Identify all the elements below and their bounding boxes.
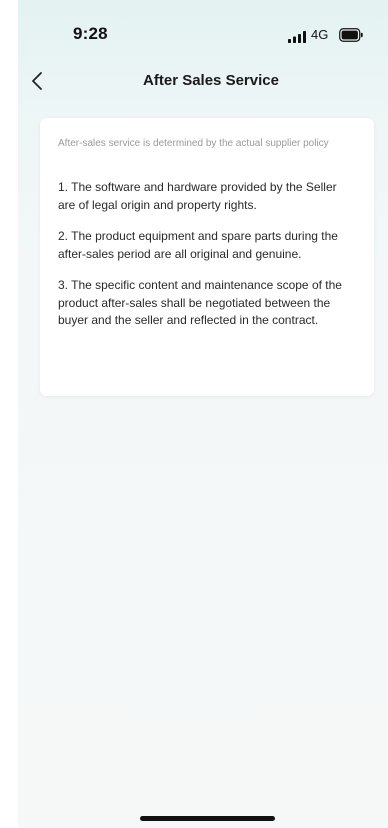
- navigation-bar: After Sales Service: [0, 60, 388, 102]
- service-policy-card: After-sales service is determined by the…: [40, 118, 374, 396]
- term-original-parts: 2. The product equipment and spare parts…: [58, 229, 338, 261]
- back-button[interactable]: [26, 69, 50, 93]
- status-time: 9:28: [73, 24, 108, 43]
- network-type: 4G: [311, 27, 329, 42]
- battery-icon: [339, 28, 363, 42]
- chevron-left-icon: [32, 72, 42, 90]
- term-maintenance-scope: 3. The specific content and maintenance …: [58, 278, 342, 327]
- page-title: After Sales Service: [143, 72, 279, 89]
- after-sales-screen: 9:28 4G After Sales Service After-sales …: [0, 0, 388, 828]
- signal-bars-icon: [288, 31, 306, 43]
- home-indicator[interactable]: [140, 816, 275, 821]
- term-legal-origin: 1. The software and hardware provided by…: [58, 180, 337, 212]
- terms-list: 1. The software and hardware provided by…: [58, 179, 356, 330]
- status-bar: 9:28 4G: [0, 0, 388, 60]
- supplier-policy-notice: After-sales service is determined by the…: [58, 138, 329, 149]
